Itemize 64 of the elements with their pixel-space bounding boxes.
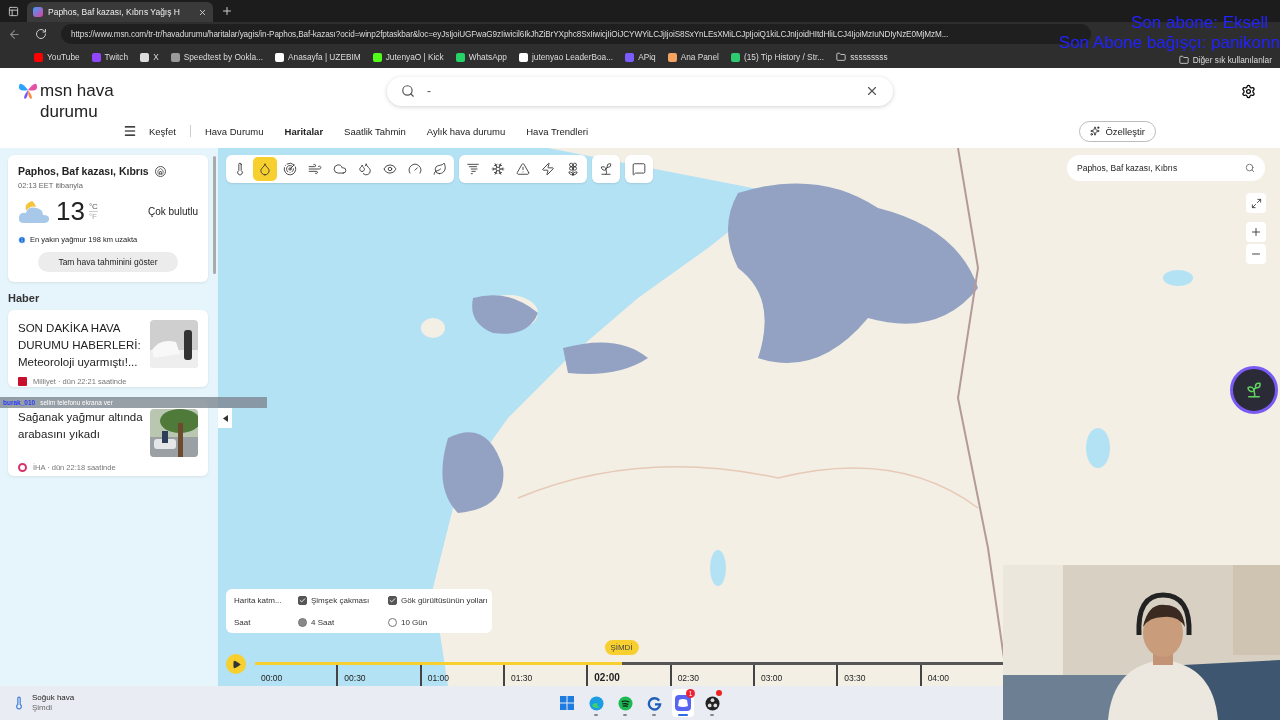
- windows-icon: [560, 696, 574, 710]
- back-icon[interactable]: [8, 27, 21, 41]
- news-headline[interactable]: SON DAKİKA HAVA DURUMU HABERLERİ: Meteoroloji uyarmıştı!...: [18, 320, 144, 371]
- search-field[interactable]: -: [387, 76, 893, 106]
- customize-button[interactable]: Özelleştir: [1079, 120, 1156, 142]
- favicon-icon: [170, 52, 180, 62]
- sparkle-icon: [1090, 126, 1101, 136]
- favicon-icon: [625, 52, 635, 62]
- bookmark-link[interactable]: Anasayfa | UZEBIM: [275, 52, 361, 62]
- bookmark-link[interactable]: JutenyaO | Kick: [372, 52, 444, 62]
- favicon-icon: [518, 52, 528, 62]
- bookmark-folder[interactable]: Diğer sık kullanılanlar: [1178, 55, 1272, 65]
- location-name: Paphos, Baf kazası, Kıbrıs: [18, 165, 149, 177]
- clear-icon[interactable]: [865, 84, 879, 98]
- close-icon[interactable]: [198, 7, 207, 17]
- search-icon: [401, 84, 415, 98]
- forecast-button[interactable]: Tam hava tahminini göster: [38, 252, 178, 272]
- logo-text: msn hava durumu: [40, 80, 115, 122]
- settings-icon[interactable]: [1241, 83, 1256, 99]
- bookmark-link[interactable]: APiq: [625, 52, 656, 62]
- obs-icon: [704, 695, 720, 711]
- g-app-icon: [646, 695, 662, 711]
- favicon-icon: [91, 52, 101, 62]
- stream-alert-text: Son abone: Eksell: [1130, 13, 1269, 33]
- condition-text: Çok bulutlu: [147, 206, 198, 217]
- taskbar-weather[interactable]: Soğuk hava Şimdi: [12, 693, 75, 713]
- browser-tab[interactable]: Paphos, Baf kazası, Kıbrıs Yağış H: [27, 2, 213, 22]
- section-heading: Haber: [8, 292, 41, 304]
- favicon-icon: [667, 52, 677, 62]
- edge-icon: [588, 695, 604, 711]
- menu-icon[interactable]: [123, 124, 137, 138]
- bookmark-link[interactable]: X: [140, 52, 159, 62]
- discord-icon: [675, 695, 691, 711]
- favicon-icon: [140, 52, 150, 62]
- unit-celsius[interactable]: °C: [88, 202, 98, 211]
- msn-favicon-icon: [33, 7, 43, 17]
- bookmark-link[interactable]: Speedtest by Ookla...: [170, 52, 263, 62]
- favicon-icon: [455, 52, 465, 62]
- folder-icon: [836, 52, 847, 62]
- bookmark-link[interactable]: Twitch: [91, 52, 129, 62]
- bookmark-link[interactable]: jutenyao LeaderBoa...: [518, 52, 614, 62]
- favicon-icon: [372, 52, 382, 62]
- nav-tab[interactable]: Keşfet: [149, 125, 176, 137]
- spotify-icon: [617, 695, 633, 711]
- new-tab-icon[interactable]: [221, 5, 233, 17]
- nav-tab[interactable]: Hava Durumu: [204, 125, 264, 137]
- bookmark-link[interactable]: YouTube: [34, 52, 80, 62]
- bookmark-link[interactable]: Ana Panel: [667, 52, 719, 62]
- folder-icon: [1178, 55, 1189, 65]
- favicon-icon: [275, 52, 284, 62]
- nav-tab[interactable]: Saatlik Tahmin: [344, 125, 406, 137]
- favicon-icon: [34, 52, 43, 62]
- bookmark-link[interactable]: sssssssss: [836, 52, 888, 62]
- bookmark-link[interactable]: (15) Tip History / Str...: [730, 52, 825, 62]
- temperature: 13: [56, 196, 85, 227]
- reload-icon[interactable]: [35, 28, 47, 40]
- favicon-icon: [730, 52, 740, 62]
- nav-tab[interactable]: Aylık hava durumu: [426, 125, 506, 137]
- nav-tab[interactable]: Hava Trendleri: [526, 125, 588, 137]
- bookmark-link[interactable]: WhatsApp: [455, 52, 507, 62]
- nav-tab[interactable]: Haritalar: [284, 125, 324, 137]
- tab-list-icon[interactable]: [8, 5, 19, 17]
- info-icon: [18, 235, 26, 244]
- news-headline[interactable]: Sağanak yağmur altında arabasını yıkadı: [18, 409, 144, 457]
